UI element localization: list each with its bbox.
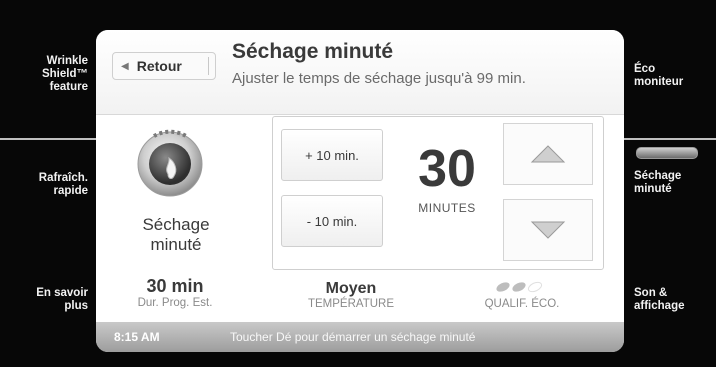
sidebar-item-wrinkle-shield[interactable]: Wrinkle Shield™ feature — [0, 55, 88, 94]
page-subtitle: Ajuster le temps de séchage jusqu'à 99 m… — [232, 70, 526, 87]
main-panel: ◀ Retour Séchage minuté Ajuster le temps… — [96, 30, 624, 352]
dryer-flame-icon — [137, 129, 203, 197]
decrease-button[interactable] — [503, 199, 593, 261]
chevron-down-icon — [530, 221, 566, 239]
chevron-up-icon — [530, 145, 566, 163]
time-adjust-box: + 10 min. - 10 min. 30 MINUTES — [272, 116, 604, 270]
temperature-label: TEMPÉRATURE — [307, 298, 395, 310]
sidebar-divider — [624, 138, 716, 140]
plus-10-button[interactable]: + 10 min. — [281, 129, 383, 181]
increase-button[interactable] — [503, 123, 593, 185]
eco-leaves — [452, 280, 592, 298]
back-button[interactable]: ◀ Retour — [112, 52, 216, 80]
sidebar-divider — [0, 138, 96, 140]
temperature-stat: Moyen TEMPÉRATURE — [276, 280, 426, 310]
minus-10-button[interactable]: - 10 min. — [281, 195, 383, 247]
duration-label: Dur. Prog. Est. — [137, 297, 213, 309]
header: ◀ Retour Séchage minuté Ajuster le temps… — [96, 30, 624, 115]
status-message: Toucher Dé pour démarrer un séchage minu… — [230, 330, 476, 344]
cycle-label: Séchage minuté — [142, 215, 210, 254]
duration-stat: 30 min Dur. Prog. Est. — [100, 276, 250, 309]
back-button-label: Retour — [136, 58, 182, 74]
sidebar-item-sound-display[interactable]: Son & affichage — [634, 287, 714, 313]
clock-time: 8:15 AM — [114, 330, 160, 344]
page-title: Séchage minuté — [232, 40, 394, 63]
selected-indicator — [636, 147, 698, 159]
sidebar-item-timed-dry[interactable]: Séchage minuté — [634, 170, 714, 196]
sidebar-item-quick-refresh[interactable]: Rafraîch. rapide — [0, 172, 88, 198]
eco-label: QUALIF. ÉCO. — [484, 298, 560, 310]
status-bar: 8:15 AM Toucher Dé pour démarrer un séch… — [96, 322, 624, 352]
time-value-display: 30 MINUTES — [393, 129, 501, 253]
time-value: 30 — [418, 140, 476, 198]
back-arrow-icon: ◀ — [121, 60, 129, 72]
time-unit: MINUTES — [418, 201, 476, 215]
eco-leaf-icon — [496, 281, 543, 293]
temperature-value: Moyen — [325, 280, 377, 297]
sidebar-item-learn-more[interactable]: En savoir plus — [0, 287, 88, 313]
eco-rating-stat: QUALIF. ÉCO. — [452, 280, 592, 310]
sidebar-item-eco-monitor[interactable]: Éco moniteur — [634, 63, 714, 89]
duration-value: 30 min — [146, 276, 204, 296]
